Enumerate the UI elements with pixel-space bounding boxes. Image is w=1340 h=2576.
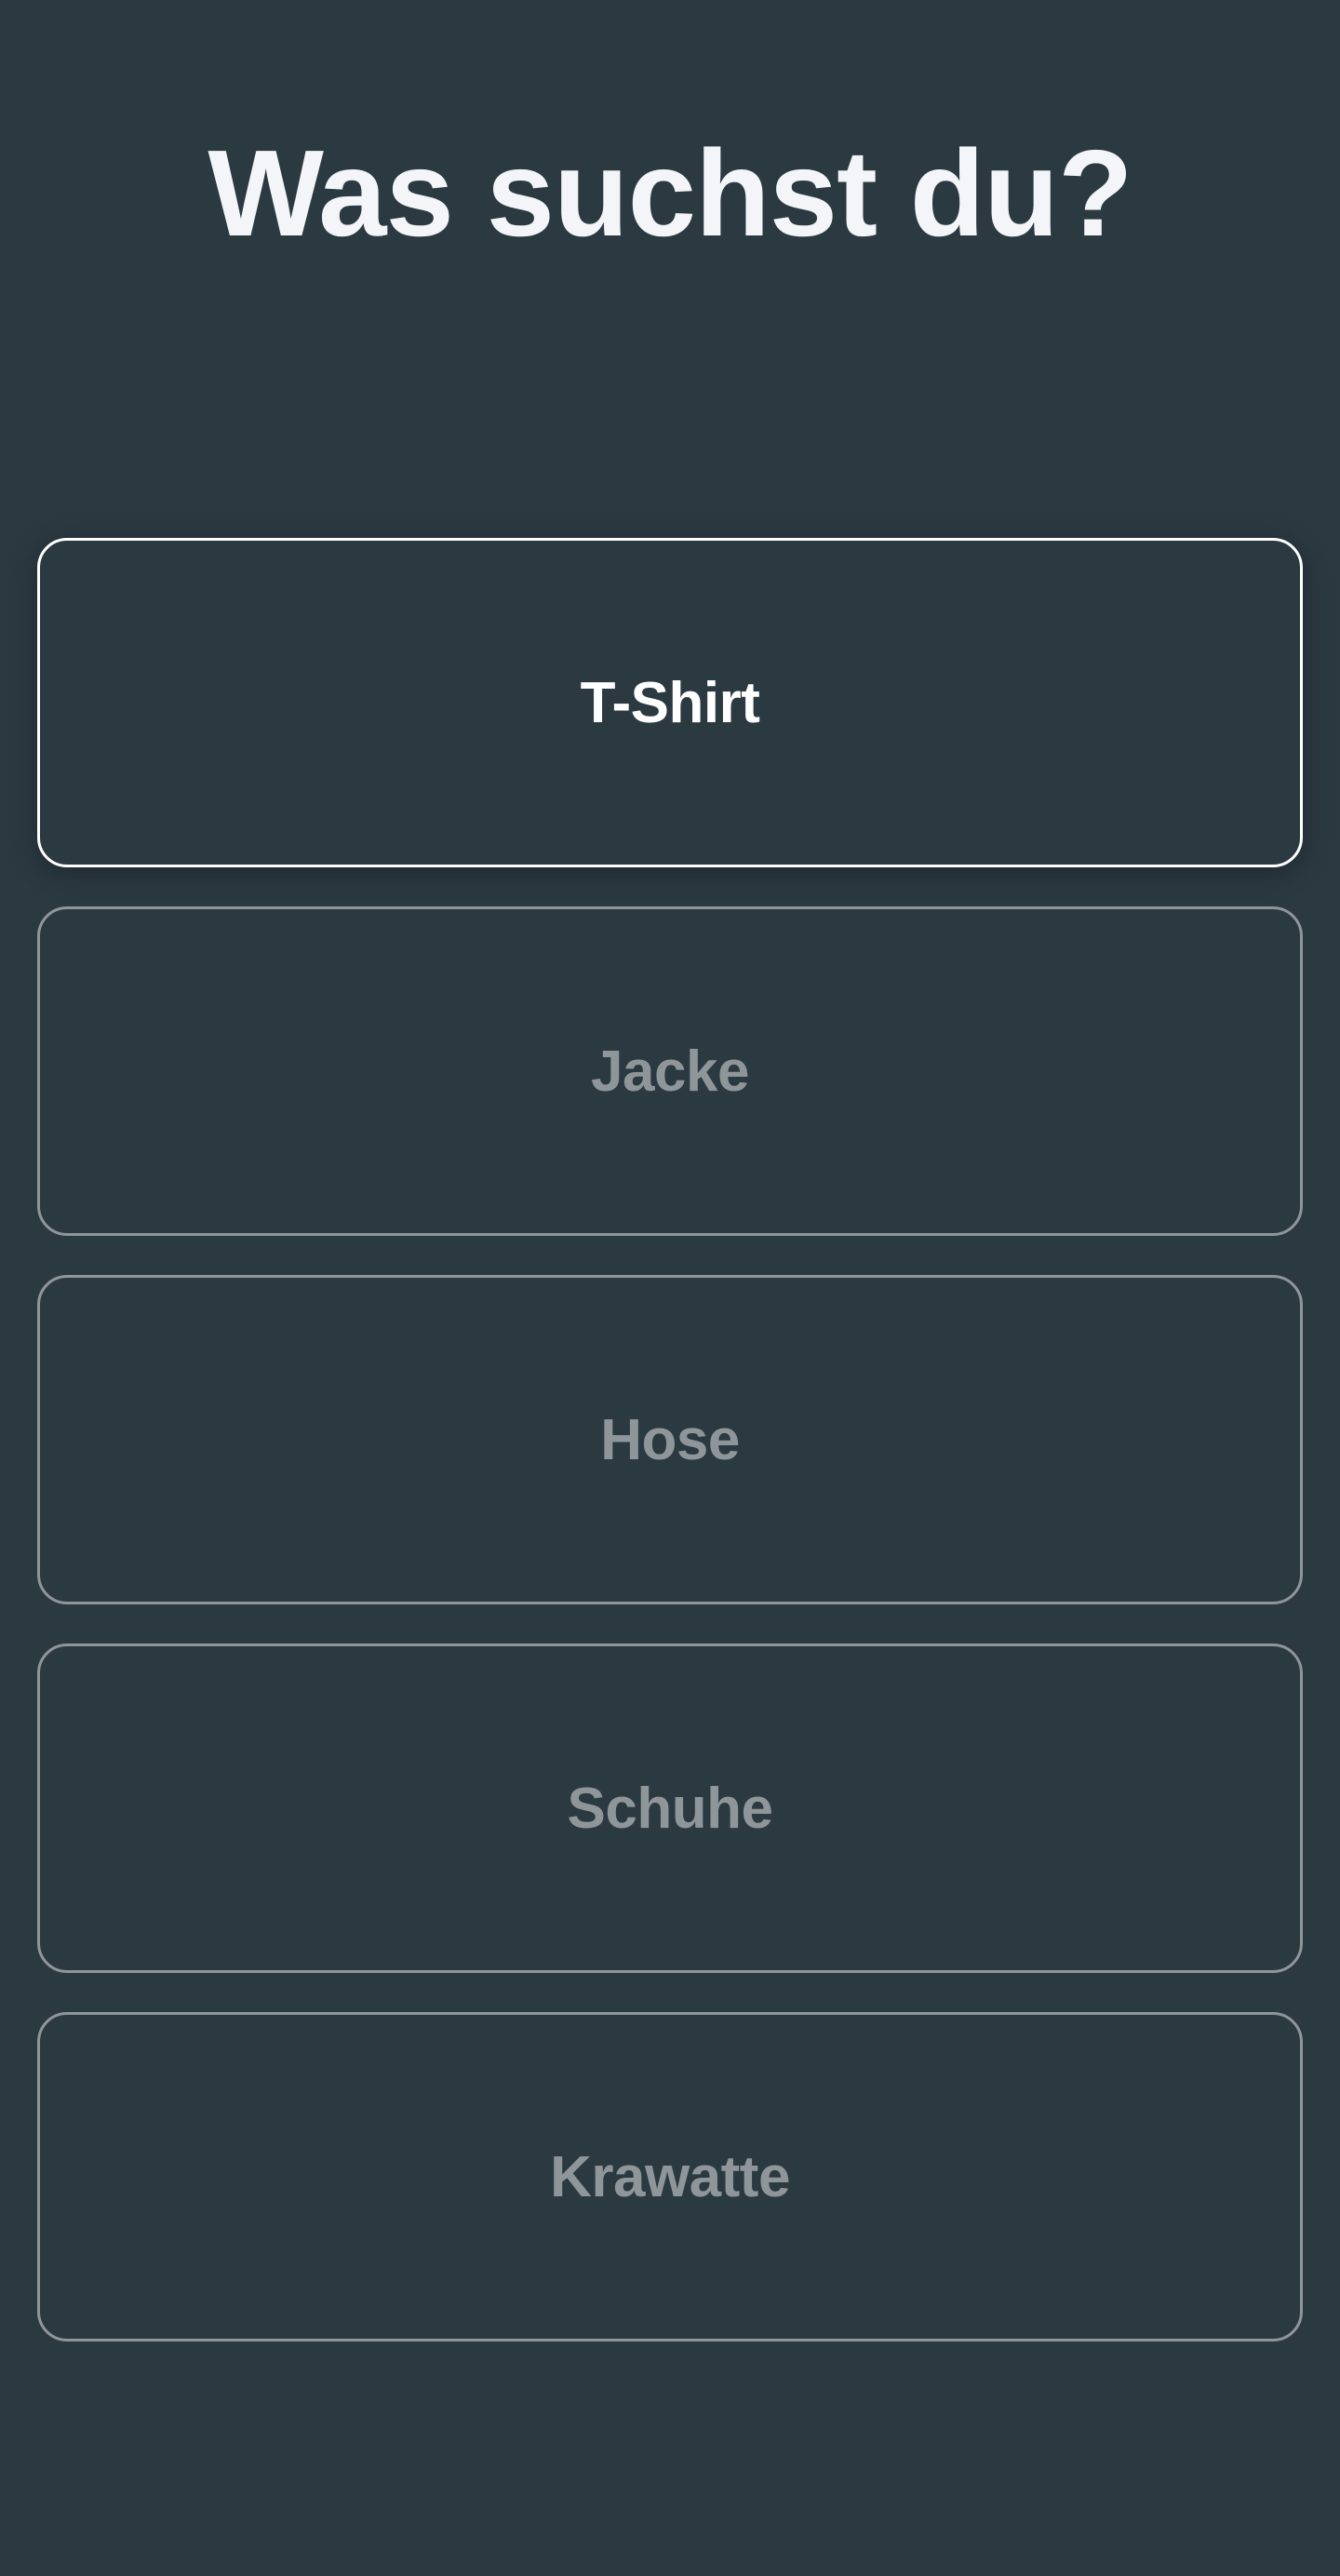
option-label: Jacke — [591, 1039, 749, 1104]
option-jacke[interactable]: Jacke — [37, 906, 1303, 1236]
option-label: Krawatte — [550, 2144, 790, 2209]
option-label: Hose — [600, 1407, 740, 1472]
option-t-shirt[interactable]: T-Shirt — [37, 538, 1303, 867]
option-list: T-Shirt Jacke Hose Schuhe Krawatte — [37, 538, 1303, 2381]
option-label: Schuhe — [567, 1776, 773, 1841]
page-title: Was suchst du? — [208, 125, 1132, 262]
option-hose[interactable]: Hose — [37, 1275, 1303, 1604]
option-schuhe[interactable]: Schuhe — [37, 1644, 1303, 1973]
option-krawatte[interactable]: Krawatte — [37, 2012, 1303, 2341]
option-label: T-Shirt — [580, 670, 760, 735]
